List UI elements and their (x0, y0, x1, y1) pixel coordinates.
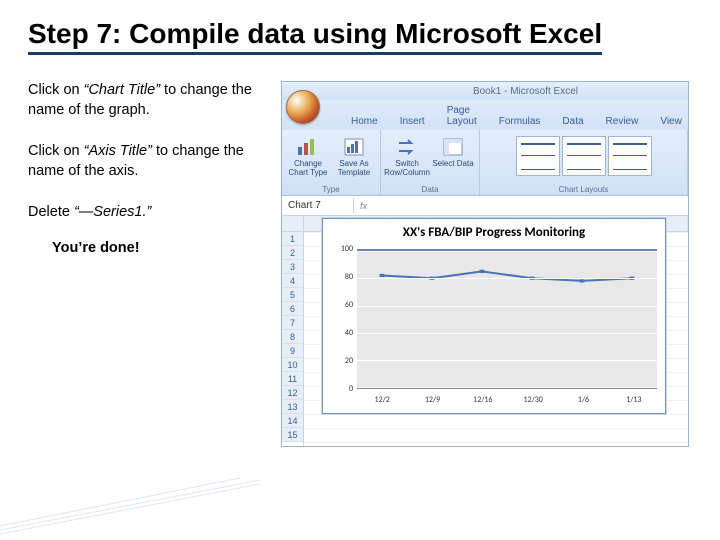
instruction-3: Delete “—Series1.” (28, 203, 263, 223)
instruction-1: Click on “Chart Title” to change the nam… (28, 81, 263, 120)
ribbon-group-chart-layouts: Chart Layouts (480, 130, 688, 195)
row-header[interactable]: 10 (282, 358, 303, 372)
row-header[interactable]: 7 (282, 316, 303, 330)
row-header[interactable]: 11 (282, 372, 303, 386)
ribbon-group-type: Change Chart Type Save As Template Type (282, 130, 381, 195)
row-header[interactable]: 3 (282, 260, 303, 274)
row-header[interactable]: 5 (282, 288, 303, 302)
select-data-button[interactable]: Select Data (432, 135, 474, 168)
chart-layout-option[interactable] (608, 136, 652, 176)
done-text: You’re done! (52, 239, 263, 259)
embedded-chart[interactable]: XX's FBA/BIP Progress Monitoring Average… (322, 218, 666, 414)
window-title-bar: Book1 - Microsoft Excel (282, 82, 688, 100)
row-header[interactable]: 9 (282, 344, 303, 358)
group-label-layouts: Chart Layouts (559, 185, 609, 194)
row-header[interactable]: 8 (282, 330, 303, 344)
group-label-type: Type (322, 185, 339, 194)
row-header[interactable]: 4 (282, 274, 303, 288)
row-header[interactable]: 12 (282, 386, 303, 400)
save-as-template-button[interactable]: Save As Template (333, 135, 375, 177)
y-ticks: 020406080100 (341, 249, 355, 389)
chart-title[interactable]: XX's FBA/BIP Progress Monitoring (323, 219, 665, 242)
formula-bar: Chart 7 fx (282, 196, 688, 216)
select-data-icon (440, 135, 466, 159)
ribbon: Change Chart Type Save As Template Type … (282, 130, 688, 196)
ribbon-tabs: Home Insert Page Layout Formulas Data Re… (282, 100, 688, 130)
template-icon (341, 135, 367, 159)
tab-home[interactable]: Home (342, 112, 387, 130)
tab-page-layout[interactable]: Page Layout (438, 101, 486, 130)
name-box[interactable]: Chart 7 (282, 198, 354, 213)
decorative-lines-icon (0, 470, 280, 540)
tab-view[interactable]: View (651, 112, 691, 130)
select-all-corner[interactable] (282, 216, 303, 232)
grid-area[interactable]: A B C D E F G H I XX's FBA/BIP Prog (304, 216, 688, 446)
worksheet: 1 2 3 4 5 6 7 8 9 10 11 12 13 14 (282, 216, 688, 446)
row-headers: 1 2 3 4 5 6 7 8 9 10 11 12 13 14 (282, 216, 304, 446)
row-header[interactable]: 14 (282, 414, 303, 428)
row-header[interactable]: 1 (282, 232, 303, 246)
change-chart-type-button[interactable]: Change Chart Type (287, 135, 329, 177)
chart-type-icon (295, 135, 321, 159)
ribbon-group-data: Switch Row/Column Select Data Data (381, 130, 480, 195)
instruction-2: Click on “Axis Title” to change the name… (28, 142, 263, 181)
plot-area (357, 249, 657, 389)
row-header[interactable]: 13 (282, 400, 303, 414)
row-header[interactable]: 2 (282, 246, 303, 260)
instructions: Click on “Chart Title” to change the nam… (28, 81, 263, 447)
tab-insert[interactable]: Insert (391, 112, 434, 130)
tab-data[interactable]: Data (553, 112, 592, 130)
chart-layout-option[interactable] (516, 136, 560, 176)
tab-formulas[interactable]: Formulas (490, 112, 550, 130)
switch-row-column-button[interactable]: Switch Row/Column (386, 135, 428, 177)
row-header[interactable]: 6 (282, 302, 303, 316)
fx-icon[interactable]: fx (354, 201, 373, 211)
tab-review[interactable]: Review (597, 112, 648, 130)
office-button-icon[interactable] (286, 90, 320, 124)
chart-layout-option[interactable] (562, 136, 606, 176)
group-label-data: Data (422, 185, 439, 194)
switch-icon (394, 135, 420, 159)
line-series (357, 251, 657, 387)
row-header[interactable]: 15 (282, 428, 303, 442)
excel-window: Book1 - Microsoft Excel Home Insert Page… (281, 81, 689, 447)
slide-title: Step 7: Compile data using Microsoft Exc… (28, 18, 602, 55)
